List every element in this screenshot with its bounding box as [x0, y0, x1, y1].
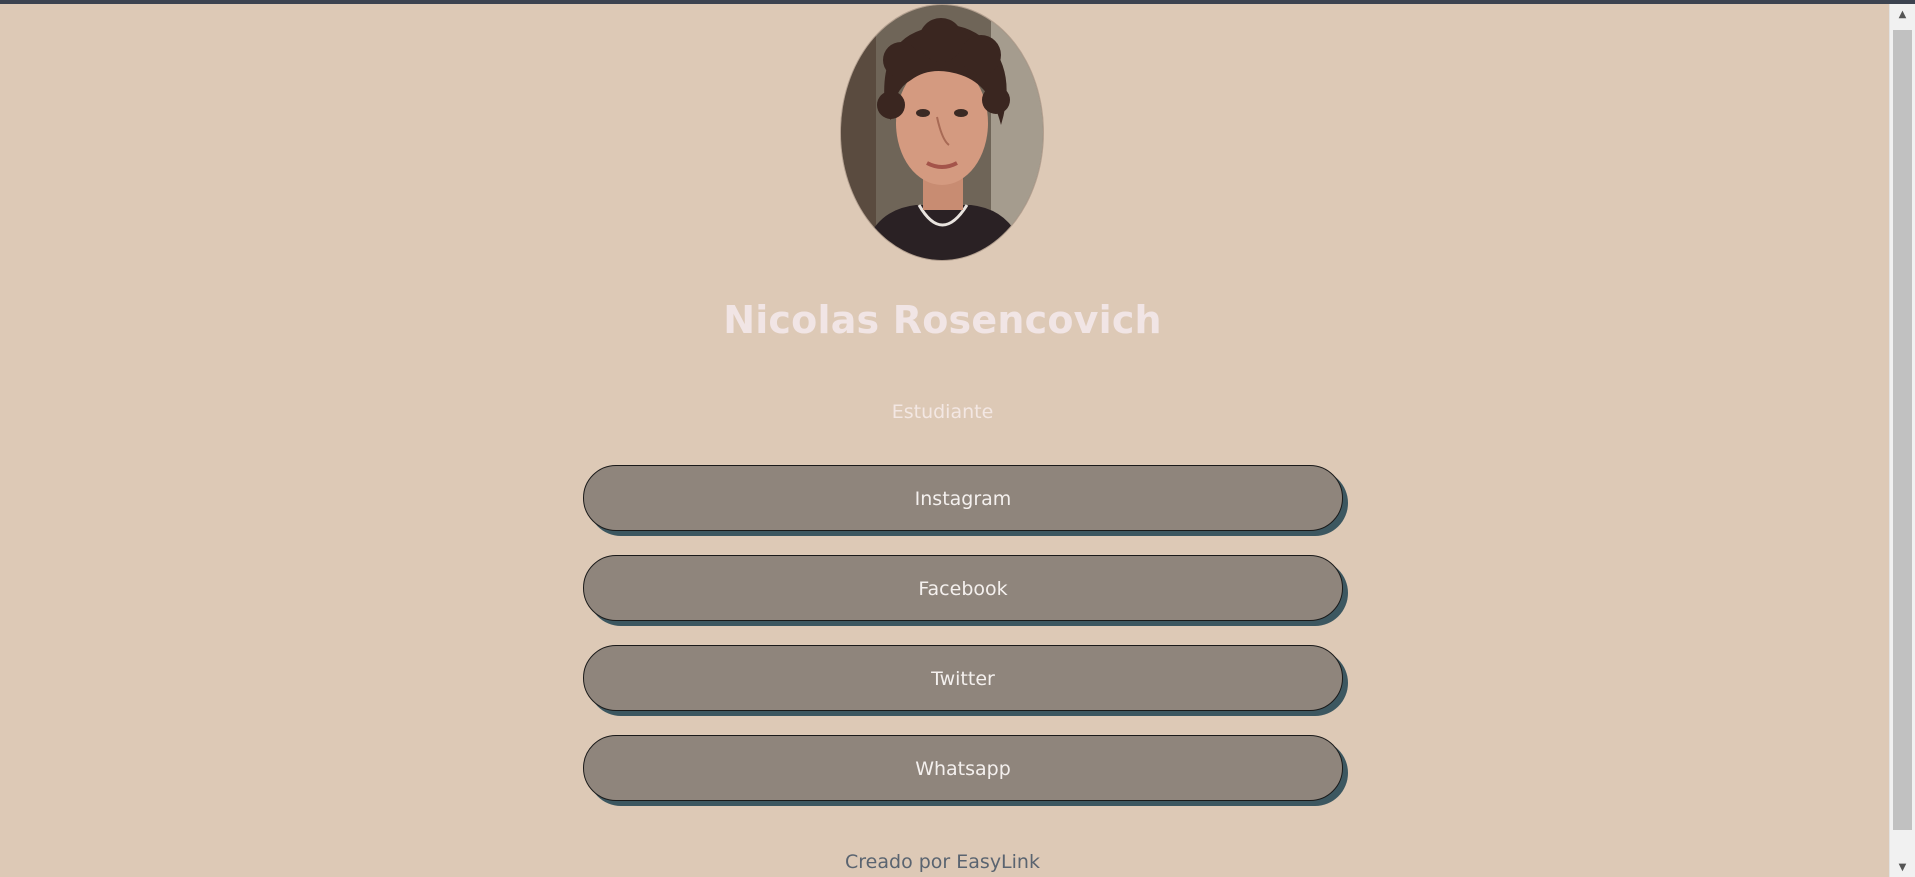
avatar-photo: [841, 5, 1043, 260]
instagram-link-button[interactable]: Instagram: [583, 465, 1343, 531]
whatsapp-link-button[interactable]: Whatsapp: [583, 735, 1343, 801]
link-list: Instagram Facebook Twitter Whatsapp: [583, 465, 1343, 825]
profile-subtitle: Estudiante: [891, 401, 994, 423]
facebook-link-button[interactable]: Facebook: [583, 555, 1343, 621]
footer-credit[interactable]: Creado por EasyLink: [0, 848, 1885, 876]
profile-page: Nicolas Rosencovich Estudiante Instagram…: [0, 4, 1889, 877]
scroll-down-arrow-icon[interactable]: ▼: [1890, 857, 1915, 877]
profile-name: Nicolas Rosencovich: [723, 298, 1162, 342]
twitter-link-button[interactable]: Twitter: [583, 645, 1343, 711]
avatar: [841, 5, 1043, 260]
scroll-up-arrow-icon[interactable]: ▲: [1890, 4, 1915, 24]
scrollbar-thumb[interactable]: [1893, 30, 1912, 830]
vertical-scrollbar[interactable]: ▲ ▼: [1889, 4, 1915, 877]
